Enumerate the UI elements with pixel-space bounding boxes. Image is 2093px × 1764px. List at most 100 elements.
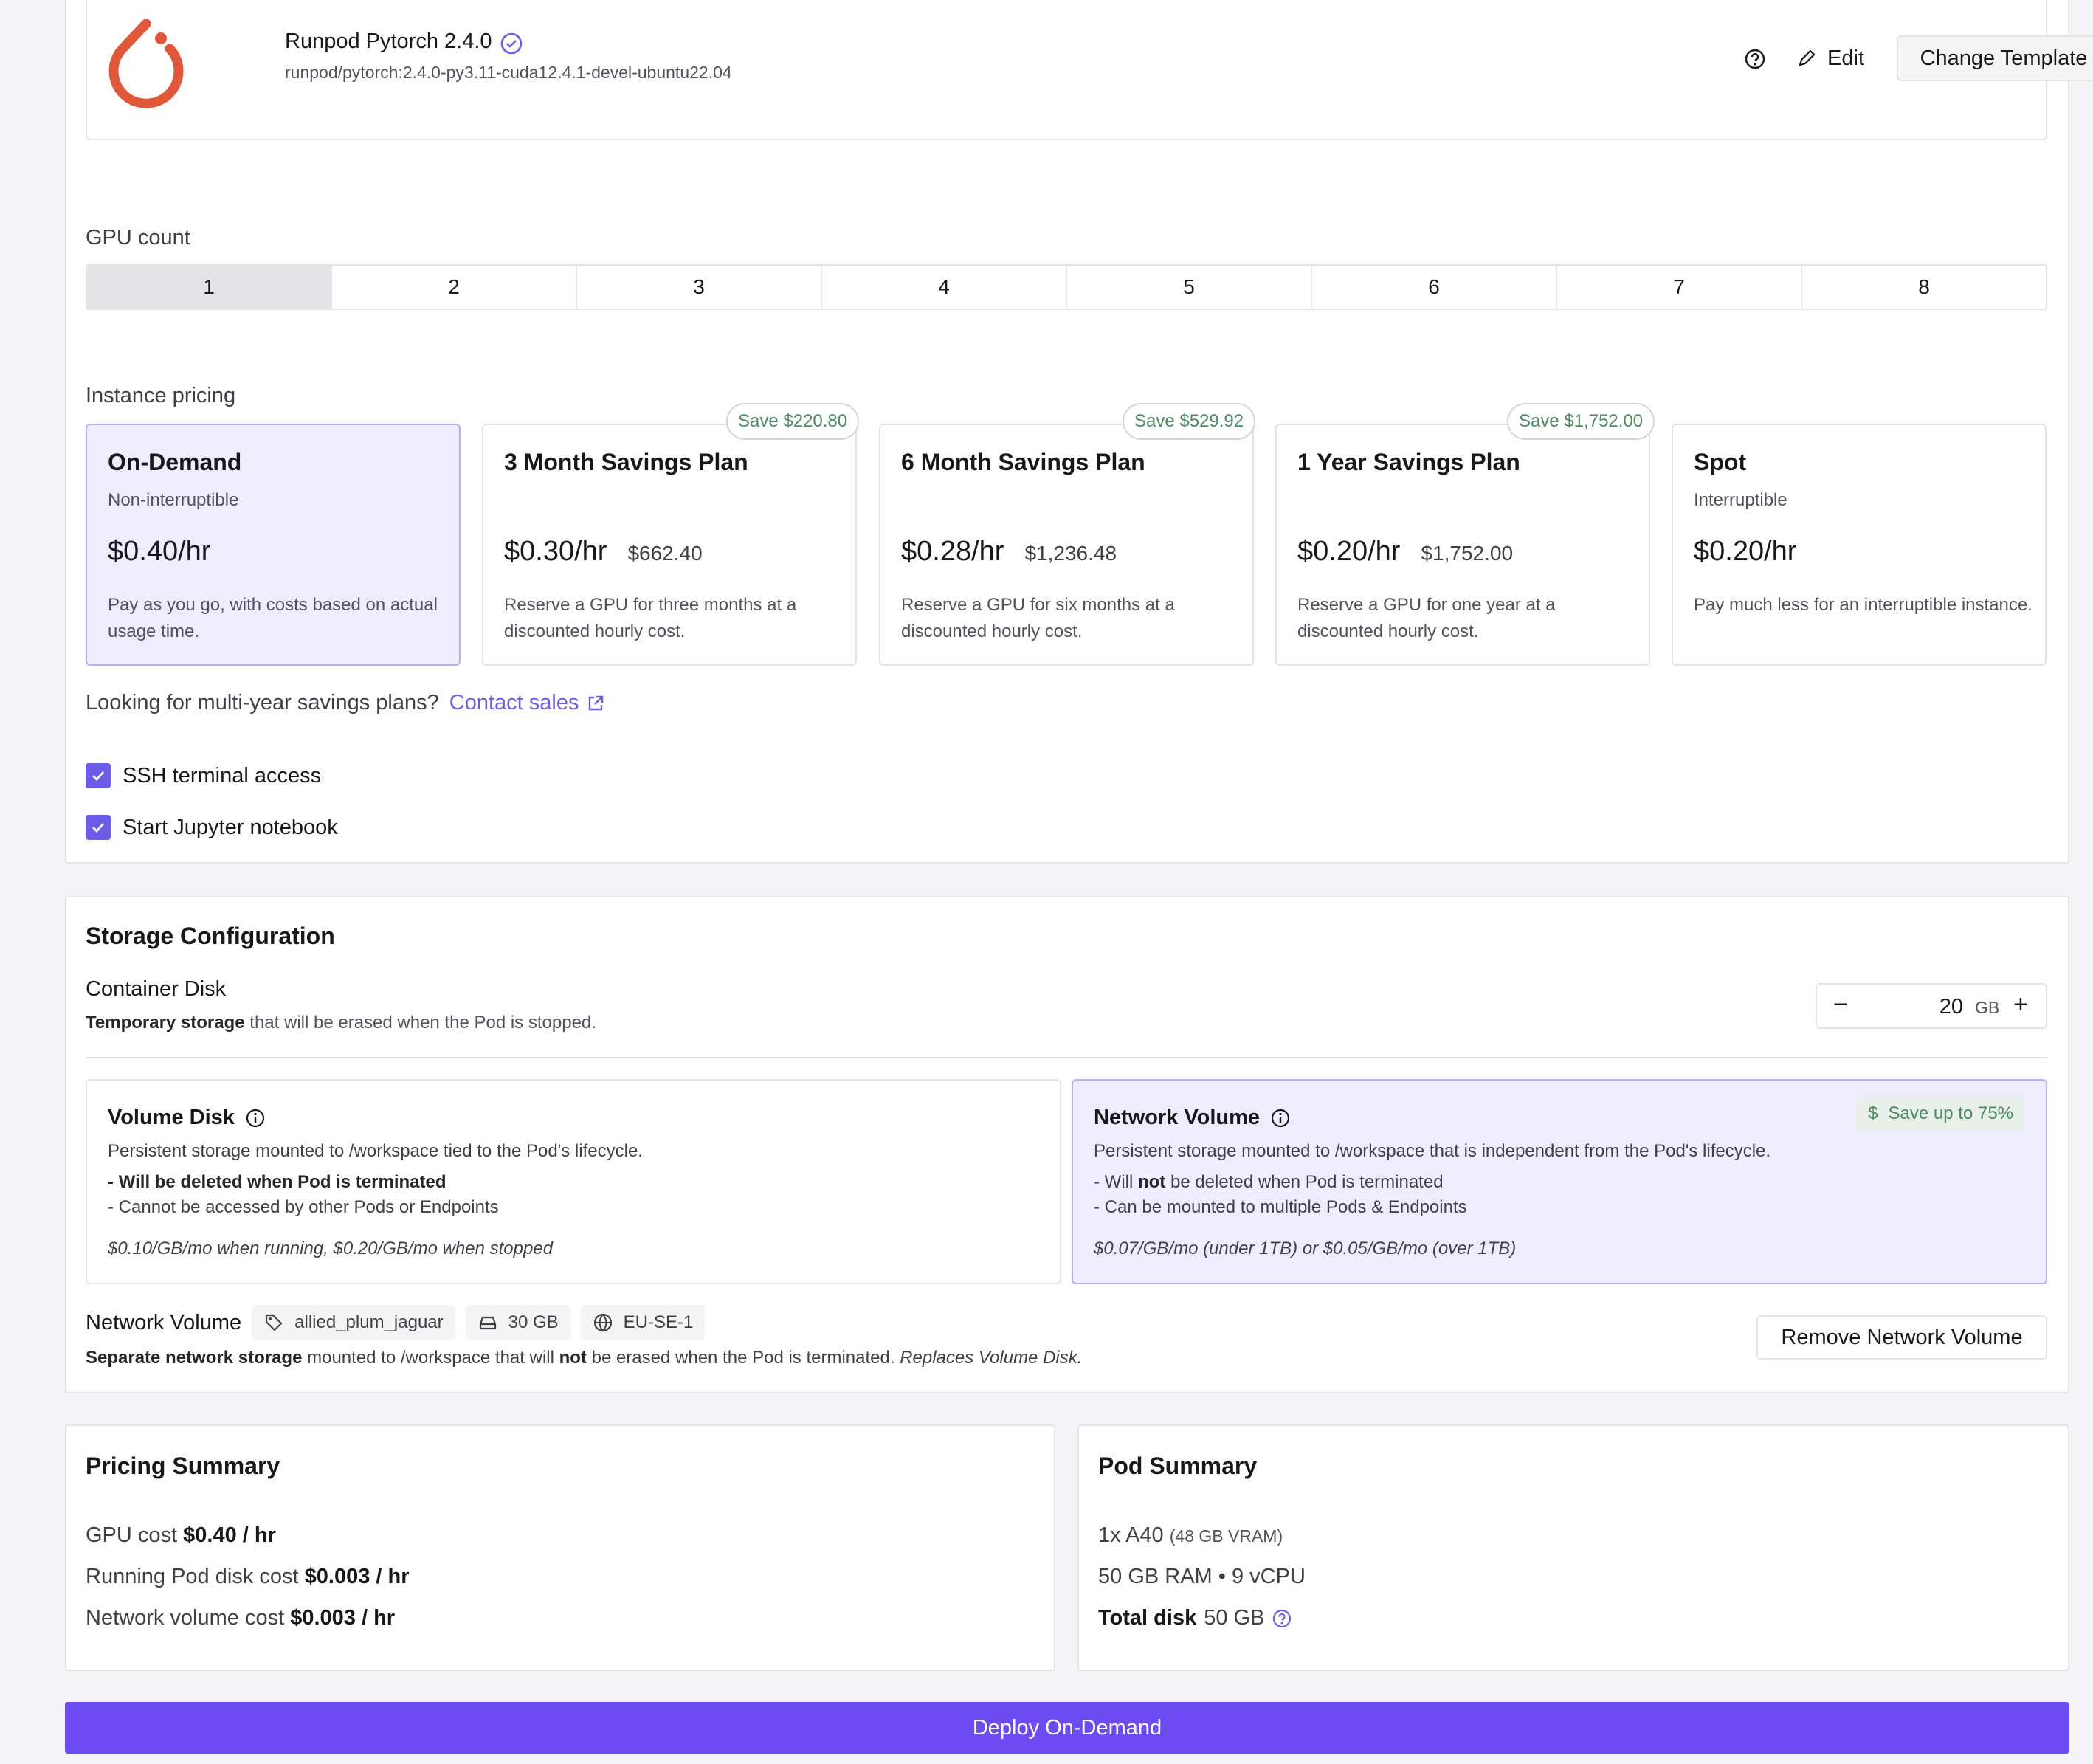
volume-disk-card[interactable]: Volume Disk Persistent storage mounted t… [86, 1079, 1061, 1284]
save-badge: Save $1,752.00 [1507, 403, 1655, 440]
plan-title: 3 Month Savings Plan [504, 449, 748, 475]
plan-total: $662.40 [627, 542, 703, 565]
container-disk-label: Container Disk [86, 977, 227, 1001]
plan-title: On-Demand [108, 449, 242, 475]
gpu-count-option[interactable]: 4 [822, 266, 1067, 309]
ssh-label: SSH terminal access [123, 763, 322, 788]
ssh-checkbox[interactable] [86, 763, 111, 788]
plan-card-1-year[interactable]: 1 Year Savings Plan $0.20/hr $1,752.00 Re… [1275, 424, 1650, 666]
info-icon[interactable] [245, 1108, 266, 1129]
volume-name-chip: allied_plum_jaguar [252, 1305, 455, 1340]
instance-pricing-label: Instance pricing [86, 384, 236, 407]
volume-size: 30 GB [508, 1312, 559, 1332]
gpu-cost-label: GPU cost [86, 1523, 178, 1547]
gpu-count-option[interactable]: 8 [1802, 266, 2046, 309]
globe-icon [593, 1312, 613, 1333]
jupyter-checkbox[interactable] [86, 815, 111, 840]
plan-description: Pay much less for an interruptible insta… [1694, 595, 2032, 615]
save-badge: Save $529.92 [1123, 403, 1256, 440]
edit-template-button[interactable]: Edit [1796, 40, 1864, 77]
storage-title: Storage Configuration [86, 923, 335, 949]
note-emphasis: not [1137, 1172, 1166, 1192]
network-volume-description: Persistent storage mounted to /workspace… [1094, 1141, 1771, 1161]
plan-card-3-month[interactable]: 3 Month Savings Plan $0.30/hr $662.40 Res… [482, 424, 857, 666]
network-volume-note-1: - Will not be deleted when Pod is termin… [1094, 1172, 1444, 1193]
pod-gpu-line: 1x A40 (48 GB VRAM) [1098, 1523, 1283, 1548]
total-disk-label: Total disk [1098, 1606, 1197, 1630]
container-disk-desc-rest: that will be erased when the Pod is stop… [249, 1013, 596, 1033]
plan-card-on-demand[interactable]: On-Demand Non-interruptible $0.40/hr Pay… [86, 424, 461, 666]
container-disk-stepper: − 20 GB + [1816, 983, 2047, 1029]
container-disk-value[interactable]: 20 [1904, 995, 1963, 1019]
divider [86, 1057, 2047, 1058]
disk-cost-value: $0.003 / hr [304, 1565, 410, 1588]
plan-total: $1,752.00 [1421, 542, 1514, 565]
network-volume-cost-value: $0.003 / hr [290, 1606, 396, 1630]
change-template-button[interactable]: Change Template [1897, 35, 2093, 81]
increment-button[interactable]: + [2013, 990, 2028, 1019]
plan-card-spot[interactable]: Spot Interruptible $0.20/hr Pay much les… [1672, 424, 2047, 666]
volume-disk-title: Volume Disk [108, 1106, 235, 1129]
volume-disk-note-1: - Will be deleted when Pod is terminated [108, 1172, 446, 1192]
plan-price: $0.20/hr [1694, 536, 1797, 567]
plan-subtitle: Interruptible [1694, 490, 1787, 510]
gpu-count-option[interactable]: 2 [332, 266, 577, 309]
deploy-button[interactable]: Deploy On-Demand [65, 1702, 2069, 1754]
gpu-count-option[interactable]: 6 [1312, 266, 1557, 309]
plan-title: 1 Year Savings Plan [1297, 449, 1520, 475]
gpu-count-selector: 1 2 3 4 5 6 7 8 [86, 264, 2047, 310]
desc-emphasis: not [559, 1348, 587, 1368]
plan-title: Spot [1694, 449, 1747, 475]
template-card: Runpod Pytorch 2.4.0 runpod/pytorch:2.4.… [86, 0, 2093, 140]
desc-text: mounted to /workspace that will [307, 1348, 554, 1368]
volume-region-chip: EU-SE-1 [580, 1305, 706, 1340]
gpu-count-option[interactable]: 1 [87, 266, 332, 309]
plan-description: Reserve a GPU for six months at a discou… [901, 595, 1175, 641]
pencil-icon [1796, 48, 1817, 69]
disk-cost-label: Running Pod disk cost [86, 1565, 299, 1588]
gpu-cost-value: $0.40 / hr [183, 1523, 276, 1547]
container-disk-description: Temporary storage that will be erased wh… [86, 1013, 596, 1033]
contact-sales-link[interactable]: Contact sales [449, 691, 606, 715]
gpu-count-option[interactable]: 3 [577, 266, 822, 309]
tag-icon [263, 1312, 284, 1333]
gpu-cost-line: GPU cost $0.40 / hr [86, 1523, 276, 1548]
plan-description: Pay as you go, with costs based on actua… [108, 595, 438, 641]
plan-price: $0.28/hr [901, 536, 1004, 567]
info-icon[interactable] [1270, 1108, 1291, 1129]
save-up-to-badge: $ Save up to 75% [1856, 1097, 2025, 1131]
external-link-icon [586, 694, 605, 713]
jupyter-option: Start Jupyter notebook [86, 815, 338, 840]
total-disk-value: 50 GB [1204, 1606, 1265, 1630]
edit-label: Edit [1827, 46, 1864, 70]
gpu-count-option[interactable]: 5 [1067, 266, 1312, 309]
gpu-count-option[interactable]: 7 [1557, 266, 1802, 309]
volume-region: EU-SE-1 [623, 1312, 694, 1332]
attached-volume-description: Separate network storage mounted to /wor… [86, 1348, 1082, 1368]
plan-price: $0.20/hr [1297, 536, 1401, 567]
note-text: be deleted when Pod is terminated [1170, 1172, 1444, 1192]
network-volume-card[interactable]: Network Volume $ Save up to 75% Persiste… [1072, 1079, 2047, 1284]
volume-size-chip: 30 GB [465, 1305, 570, 1340]
pod-summary-title: Pod Summary [1098, 1453, 1258, 1479]
network-volume-cost-line: Network volume cost $0.003 / hr [86, 1606, 395, 1630]
template-image: runpod/pytorch:2.4.0-py3.11-cuda12.4.1-d… [285, 63, 732, 82]
template-name: Runpod Pytorch 2.4.0 [285, 30, 492, 53]
plan-card-6-month[interactable]: 6 Month Savings Plan $0.28/hr $1,236.48 R… [879, 424, 1254, 666]
help-icon[interactable] [1272, 1608, 1292, 1629]
dollar-icon: $ [1868, 1103, 1878, 1123]
remove-network-volume-button[interactable]: Remove Network Volume [1756, 1315, 2047, 1360]
decrement-button[interactable]: − [1833, 990, 1848, 1019]
save-badge: Save $220.80 [726, 403, 860, 440]
plan-subtitle: Non-interruptible [108, 490, 239, 510]
help-icon[interactable] [1743, 47, 1767, 71]
save-up-to-label: Save up to 75% [1888, 1103, 2013, 1123]
plan-price: $0.30/hr [504, 536, 607, 567]
container-disk-desc-bold: Temporary storage [86, 1013, 245, 1033]
drive-icon [477, 1312, 498, 1333]
volume-disk-price: $0.10/GB/mo when running, $0.20/GB/mo wh… [108, 1238, 554, 1258]
attached-network-volume: Network Volume allied_plum_jaguar 30 GB … [86, 1305, 706, 1340]
network-volume-title: Network Volume [1094, 1106, 1261, 1129]
container-disk-unit: GB [1975, 998, 2000, 1017]
pod-vram: (48 GB VRAM) [1169, 1526, 1283, 1546]
